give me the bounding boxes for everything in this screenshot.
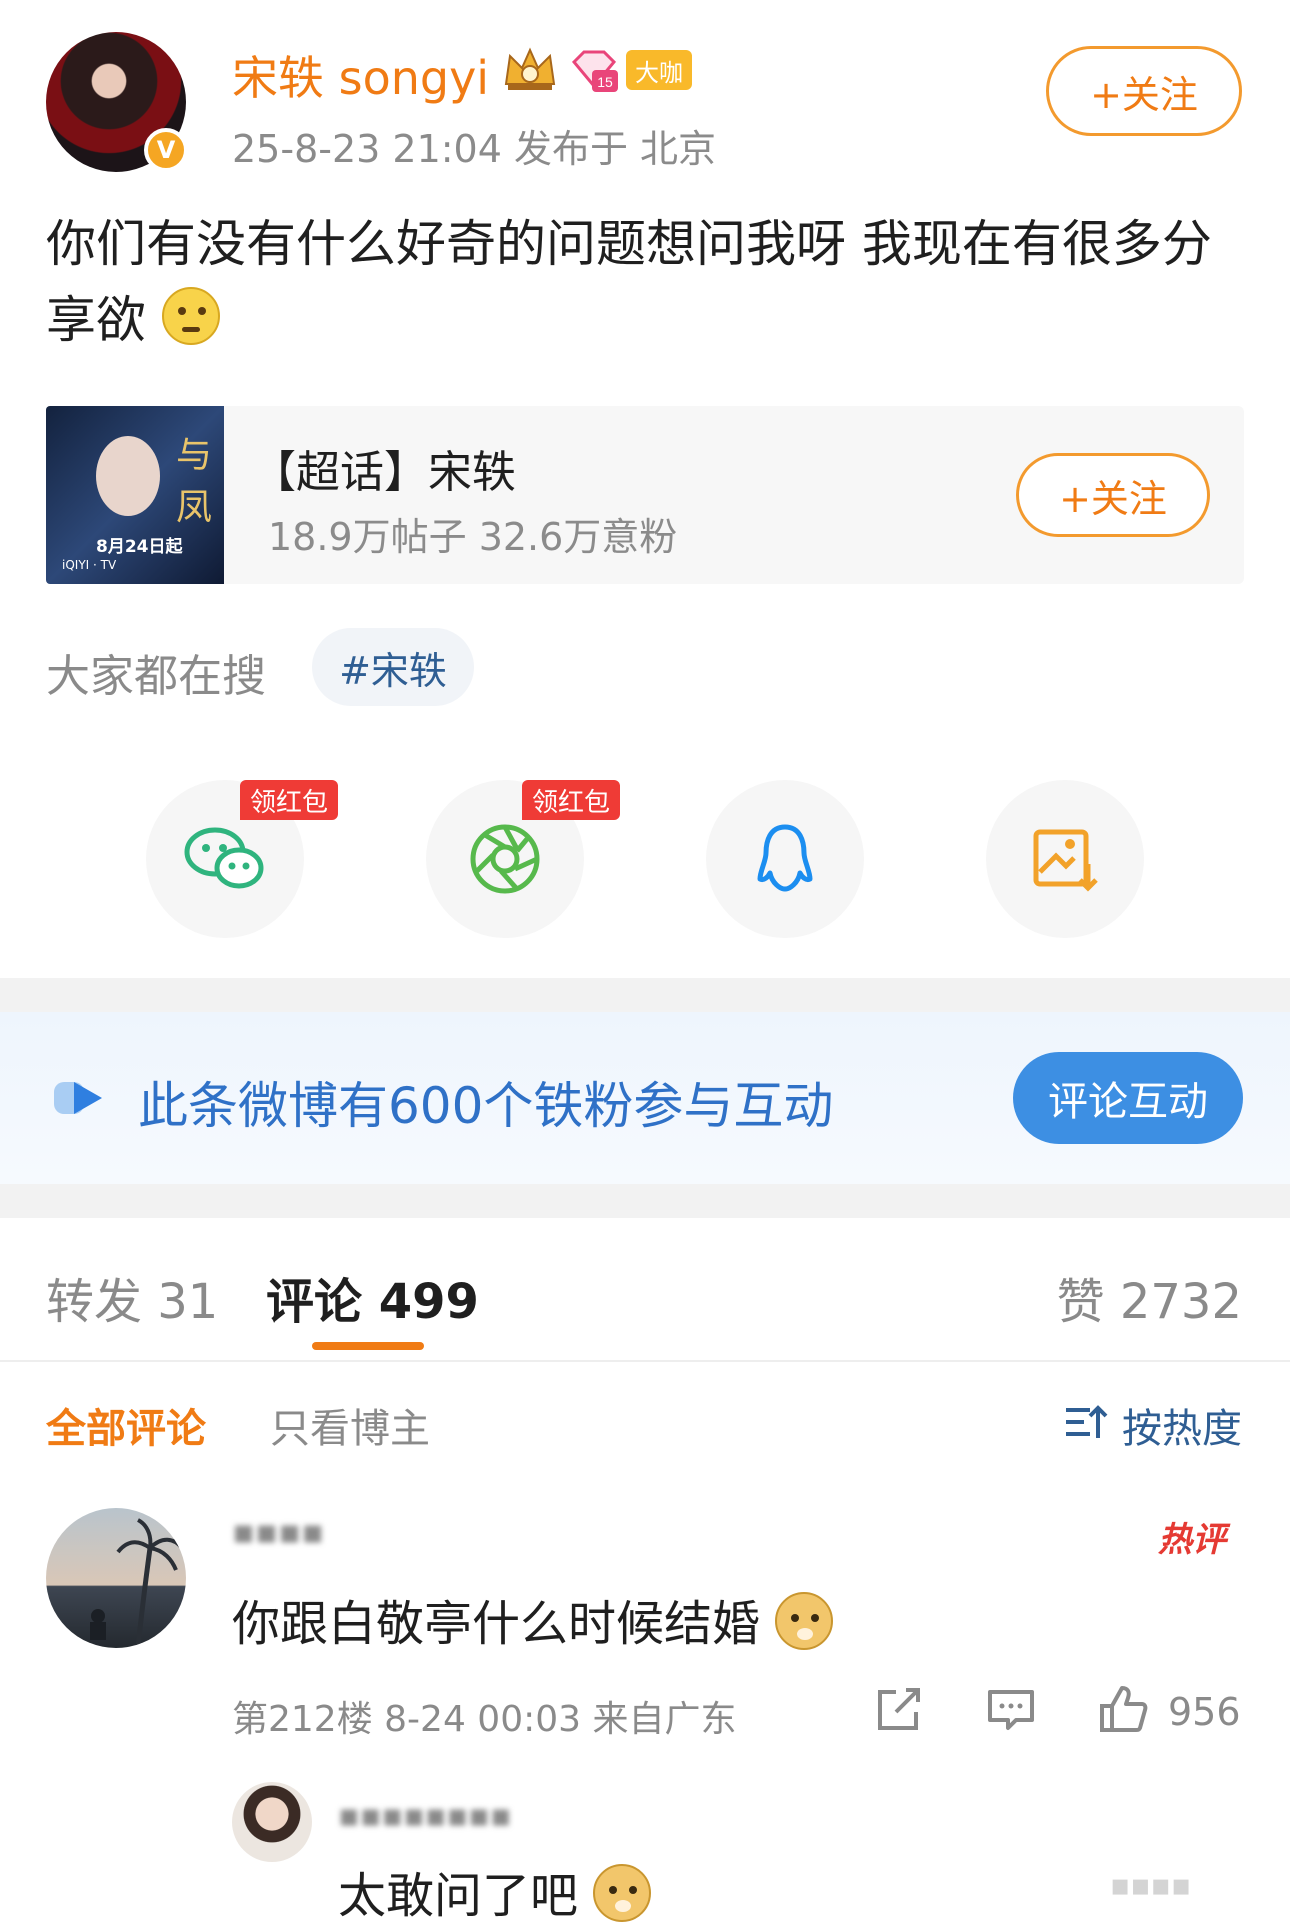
replier-avatar[interactable] (232, 1782, 312, 1862)
fan-interaction-text: 此条微博有600个铁粉参与互动 (138, 1077, 834, 1135)
tab-repost[interactable]: 转发 31 (46, 1262, 218, 1332)
super-topic-follow-button[interactable]: +关注 (1016, 453, 1210, 537)
like-thumb-icon[interactable] (1098, 1684, 1148, 1734)
tab-comment[interactable]: 评论 499 (266, 1262, 479, 1332)
thinking-emoji-icon (161, 287, 220, 345)
super-topic-title[interactable]: 【超话】宋轶 (252, 436, 516, 500)
comment-like-count: 956 (1168, 1690, 1241, 1734)
comment-meta: 第212楼 8-24 00:03 来自广东 (232, 1699, 737, 1740)
comment-interact-button[interactable]: 评论互动 (1013, 1052, 1243, 1144)
comment-text: 你跟白敬亭什么时候结婚 (232, 1584, 834, 1654)
moments-icon (470, 824, 540, 894)
author-username[interactable]: 宋轶 songyi (232, 42, 489, 108)
trending-search-tag[interactable]: #宋轶 (312, 628, 474, 706)
super-topic-thumbnail[interactable]: 与凤 8月24日起 iQIYI · TV (46, 406, 224, 584)
poster-date: 8月24日起 (96, 537, 183, 557)
crown-badge-icon (504, 47, 556, 90)
poster-platform-logos: iQIYI · TV (62, 558, 117, 572)
post-timestamp-location: 25-8-23 21:04 发布于 北京 (232, 127, 717, 171)
doge-emoji-icon (775, 1592, 834, 1650)
sort-by-hot[interactable]: 按热度 (1122, 1396, 1242, 1454)
redpack-badge-wechat: 领红包 (240, 780, 339, 820)
tab-separator (0, 1360, 1290, 1362)
filter-blogger-only[interactable]: 只看博主 (270, 1396, 430, 1454)
redpack-badge-moments: 领红包 (522, 780, 621, 820)
gem-level-badge-icon: 15 (571, 50, 618, 92)
save-image-button[interactable] (986, 780, 1144, 938)
doge-emoji-icon (593, 1864, 652, 1922)
filter-all-comments[interactable]: 全部评论 (46, 1396, 206, 1454)
reply-text: 太敢问了吧 (338, 1856, 652, 1923)
super-topic-stats: 18.9万帖子 32.6万意粉 (268, 515, 678, 559)
svg-text:15: 15 (597, 74, 613, 90)
reply-comment-icon[interactable] (986, 1684, 1036, 1734)
poster-face-image (96, 436, 160, 516)
section-divider (0, 978, 1290, 1012)
tab-like[interactable]: 赞 2732 (1057, 1262, 1242, 1332)
qq-icon (757, 824, 813, 892)
sort-icon[interactable] (1064, 1402, 1108, 1442)
reply-text-content: 太敢问了吧 (338, 1868, 579, 1923)
share-comment-icon[interactable] (874, 1684, 924, 1734)
comment-text-content: 你跟白敬亭什么时候结婚 (232, 1596, 761, 1652)
commenter-avatar[interactable] (46, 1508, 186, 1648)
commenter-name-blurred[interactable]: ▪▪▪▪ (232, 1512, 324, 1552)
watermark: ▪▪▪▪ (1110, 1868, 1192, 1903)
post-content: 你们有没有什么好奇的问题想问我呀 我现在有很多分享欲 (46, 206, 1226, 358)
active-tab-indicator (312, 1342, 424, 1350)
iron-fan-icon (54, 1082, 102, 1114)
save-image-icon (1033, 829, 1098, 892)
vip-badge: 大咖 (626, 50, 692, 90)
wechat-icon (184, 827, 264, 889)
hot-comment-badge: 热评 (1158, 1520, 1226, 1560)
poster-title-art: 与凤 (176, 435, 213, 528)
replier-name-blurred[interactable]: ▪▪▪▪▪▪▪▪ (338, 1796, 512, 1834)
palm-tree-silhouette (90, 1518, 184, 1648)
verified-v-icon: V (144, 128, 188, 172)
trending-search-label: 大家都在搜 (46, 651, 266, 702)
section-divider (0, 1184, 1290, 1218)
follow-button[interactable]: +关注 (1046, 46, 1242, 136)
share-qq-button[interactable] (706, 780, 864, 938)
post-text: 你们有没有什么好奇的问题想问我呀 我现在有很多分享欲 (46, 215, 1212, 349)
